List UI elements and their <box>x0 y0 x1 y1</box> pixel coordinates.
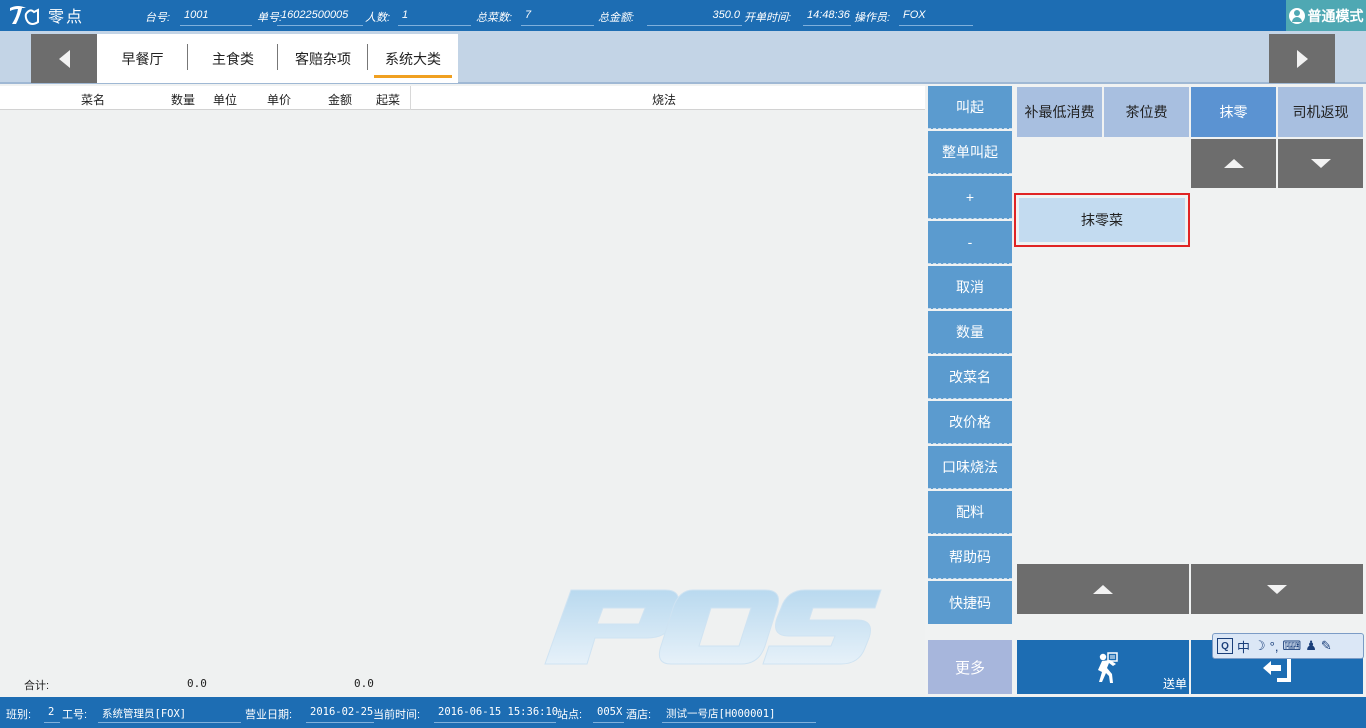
guests-label: 人数: <box>365 12 391 24</box>
increase-button[interactable]: + <box>928 176 1012 219</box>
arrow-up-icon <box>1223 159 1244 168</box>
tab-breakfast-hall[interactable]: 早餐厅 <box>97 34 188 83</box>
station-label: 站点: <box>557 709 583 721</box>
tab-label: 客赔杂项 <box>295 50 351 67</box>
send-order-button[interactable]: 送单 <box>1017 640 1189 694</box>
operator-label: 操作员: <box>854 12 891 24</box>
top-bar: 零点 台号: 1001 单号: 16022500005 人数: 1 总菜数: 7… <box>0 0 1366 31</box>
user-icon[interactable]: ♟ <box>1305 638 1317 654</box>
biz-date-label: 营业日期: <box>245 709 293 721</box>
moon-icon[interactable]: ☽ <box>1254 638 1266 654</box>
driver-cashback-category[interactable]: 司机返现 <box>1278 87 1363 137</box>
rounding-category[interactable]: 抹零 <box>1191 87 1276 137</box>
wrench-icon[interactable]: ✎ <box>1321 638 1332 654</box>
tab-staple-food[interactable]: 主食类 <box>188 34 278 83</box>
mode-toggle-button[interactable]: 普通模式 <box>1286 0 1366 31</box>
category-prev-button[interactable] <box>31 34 97 83</box>
staff-value: 系统管理员[FOX] <box>98 706 241 723</box>
col-quantity: 数量 <box>171 93 196 107</box>
col-amount: 金额 <box>328 93 353 107</box>
ime-logo-icon: Q <box>1217 638 1233 654</box>
dish-scroll-down-button[interactable] <box>1191 564 1363 614</box>
arrow-down-icon <box>1267 584 1287 594</box>
tab-system-category[interactable]: 系统大类 <box>368 34 458 83</box>
arrow-left-icon <box>58 49 70 68</box>
amount-label: 总金额: <box>598 12 635 24</box>
staff-label: 工号: <box>62 709 88 721</box>
col-dish-name: 菜名 <box>81 93 106 107</box>
send-runner-icon <box>1098 652 1118 683</box>
shortcut-code-button[interactable]: 快捷码 <box>928 581 1012 624</box>
store-value: 测试一号店[H000001] <box>662 706 816 723</box>
tab-label: 早餐厅 <box>121 50 164 67</box>
dish-item-rounding[interactable]: 抹零菜 <box>1014 193 1190 247</box>
quantity-button[interactable]: 数量 <box>928 311 1012 354</box>
operator-value: FOX <box>899 9 973 26</box>
category-bar: 早餐厅 主食类 客赔杂项 系统大类 <box>0 31 1366 84</box>
tab-label: 主食类 <box>212 50 254 67</box>
amount-value: 350.0 <box>647 9 742 26</box>
arrow-right-icon <box>1296 49 1308 68</box>
dishes-label: 总菜数: <box>476 12 513 24</box>
order-table-header: 菜名 数量 单位 单价 金额 起菜 烧法 <box>0 86 925 110</box>
total-label: 合计: <box>24 680 50 692</box>
ime-toolbar[interactable]: Q 中 ☽ °, ⌨ ♟ ✎ <box>1212 633 1364 659</box>
change-price-button[interactable]: 改价格 <box>928 401 1012 444</box>
table-value: 1001 <box>180 9 252 26</box>
rename-dish-button[interactable]: 改菜名 <box>928 356 1012 399</box>
dish-scroll-up-button[interactable] <box>1017 564 1189 614</box>
keyboard-icon[interactable]: ⌨ <box>1282 638 1301 654</box>
station-value: 005X <box>593 706 624 723</box>
total-quantity: 0.0 <box>187 677 207 690</box>
col-serve-start: 起菜 <box>376 93 401 107</box>
tea-fee-category[interactable]: 茶位费 <box>1104 87 1189 137</box>
app-logo: 零点 <box>8 4 84 26</box>
dishes-value: 7 <box>521 9 594 26</box>
send-label: 送单 <box>1162 677 1187 691</box>
col-cooking-method: 烧法 <box>652 93 677 107</box>
category-scroll-down-button[interactable] <box>1278 139 1363 188</box>
arrow-down-icon <box>1310 159 1331 168</box>
min-charge-category[interactable]: 补最低消费 <box>1017 87 1102 137</box>
hold-button[interactable]: 叫起 <box>928 86 1012 129</box>
category-scroll-up-button[interactable] <box>1191 139 1276 188</box>
tab-label: 系统大类 <box>385 50 441 67</box>
now-value: 2016-06-15 15:36:10 <box>434 706 558 723</box>
biz-date-value: 2016-02-25 <box>306 706 374 723</box>
hold-all-button[interactable]: 整单叫起 <box>928 131 1012 174</box>
flavor-method-button[interactable]: 口味烧法 <box>928 446 1012 489</box>
ime-punct[interactable]: °, <box>1270 639 1279 654</box>
shift-value: 2 <box>44 706 60 723</box>
dish-item-label: 抹零菜 <box>1019 198 1185 242</box>
column-divider <box>410 86 411 110</box>
col-unit-price: 单价 <box>267 93 292 107</box>
cancel-button[interactable]: 取消 <box>928 266 1012 309</box>
app-name: 零点 <box>48 7 85 26</box>
ingredients-button[interactable]: 配料 <box>928 491 1012 534</box>
open-time-value: 14:48:36 <box>803 9 851 26</box>
pos-watermark <box>544 589 882 665</box>
arrow-up-icon <box>1093 584 1113 594</box>
help-code-button[interactable]: 帮助码 <box>928 536 1012 579</box>
ime-mode[interactable]: 中 <box>1237 637 1250 656</box>
mode-label: 普通模式 <box>1307 7 1364 24</box>
total-amount: 0.0 <box>354 677 374 690</box>
logo-icon <box>10 6 39 25</box>
store-label: 酒店: <box>626 709 652 721</box>
status-bar: 班别: 2 工号: 系统管理员[FOX] 营业日期: 2016-02-25 当前… <box>0 697 1366 728</box>
order-value: 16022500005 <box>277 9 363 26</box>
decrease-button[interactable]: - <box>928 221 1012 264</box>
tab-compensation-misc[interactable]: 客赔杂项 <box>278 34 368 83</box>
category-next-button[interactable] <box>1269 34 1335 83</box>
col-unit: 单位 <box>213 93 238 107</box>
user-icon <box>1288 7 1305 24</box>
shift-label: 班别: <box>6 709 32 721</box>
open-time-label: 开单时间: <box>744 12 792 24</box>
table-label: 台号: <box>145 12 171 24</box>
more-button[interactable]: 更多 <box>928 640 1012 694</box>
category-tabs: 早餐厅 主食类 客赔杂项 系统大类 <box>97 34 458 83</box>
now-label: 当前时间: <box>373 709 421 721</box>
guests-value: 1 <box>398 9 471 26</box>
